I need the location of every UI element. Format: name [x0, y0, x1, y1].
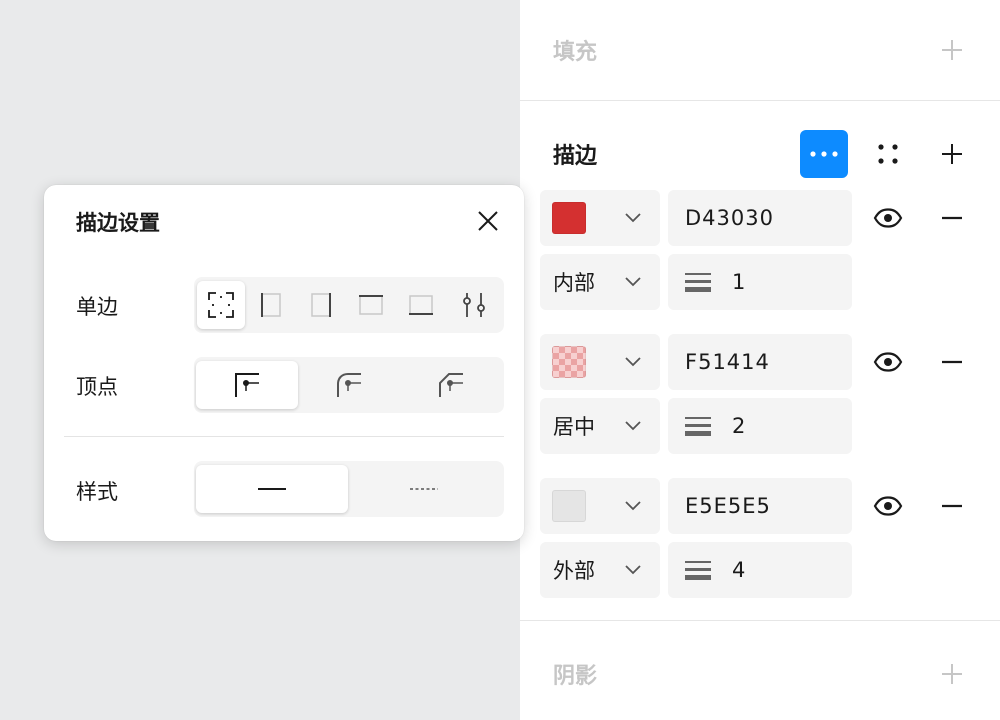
plus-icon [942, 664, 962, 684]
bottom-side-icon [409, 295, 433, 315]
properties-panel: 填充 描边 D43030 内部 1 F51414 居中 2 E5E5E5 外部 … [520, 0, 1000, 720]
shadow-section-title: 阴影 [553, 664, 598, 689]
stroke-weight-value: 1 [732, 270, 746, 294]
hex-value: E5E5E5 [685, 494, 771, 518]
stroke-section-title: 描边 [553, 144, 598, 169]
corner-segmented-control [194, 357, 504, 413]
side-right-option[interactable] [297, 281, 345, 329]
all-sides-icon [208, 292, 234, 318]
top-side-icon [359, 295, 383, 315]
color-swatch [552, 202, 586, 234]
style-segmented-control [194, 461, 504, 517]
single-side-segmented-control [194, 277, 504, 333]
close-icon [478, 211, 498, 231]
popover-divider [64, 436, 504, 437]
stroke-position-value: 外部 [553, 559, 595, 583]
chevron-down-icon [625, 565, 641, 575]
stroke-weight-input[interactable]: 2 [668, 398, 852, 454]
color-swatch [552, 490, 586, 522]
remove-stroke-button[interactable] [928, 482, 976, 530]
stroke-color-picker[interactable] [540, 334, 660, 390]
stroke-weight-icon [685, 561, 711, 580]
stroke-position-value: 居中 [553, 415, 595, 439]
four-dots-icon [878, 144, 898, 164]
stroke-color-picker[interactable] [540, 190, 660, 246]
stroke-weight-input[interactable]: 1 [668, 254, 852, 310]
stroke-settings-popover: 描边设置 单边 顶点 样式 [44, 185, 524, 541]
hex-value: D43030 [685, 206, 774, 230]
stroke-hex-input[interactable]: E5E5E5 [668, 478, 852, 534]
chevron-down-icon [625, 213, 641, 223]
eye-icon [873, 496, 903, 516]
side-custom-option[interactable] [447, 281, 501, 329]
stroke-color-picker[interactable] [540, 478, 660, 534]
minus-icon [942, 216, 962, 220]
stroke-weight-value: 2 [732, 414, 746, 438]
chevron-down-icon [625, 501, 641, 511]
stroke-position-value: 内部 [553, 271, 595, 295]
stroke-weight-icon [685, 417, 711, 436]
dashed-line-icon [410, 488, 438, 490]
remove-stroke-button[interactable] [928, 194, 976, 242]
minus-icon [942, 360, 962, 364]
stroke-style-button[interactable] [864, 130, 912, 178]
fill-section-header: 填充 [520, 20, 1000, 80]
stroke-hex-input[interactable]: F51414 [668, 334, 852, 390]
corner-miter-icon [235, 373, 259, 397]
popover-title: 描边设置 [76, 211, 160, 235]
stroke-weight-value: 4 [732, 558, 746, 582]
fill-section-title: 填充 [553, 40, 598, 65]
eye-icon [873, 208, 903, 228]
solid-line-icon [258, 488, 286, 490]
stroke-settings-button[interactable] [800, 130, 848, 178]
corner-round-option[interactable] [298, 361, 400, 409]
plus-icon [942, 40, 962, 60]
corner-miter-option[interactable] [196, 361, 298, 409]
side-left-option[interactable] [247, 281, 295, 329]
chevron-down-icon [625, 277, 641, 287]
section-divider [520, 100, 1000, 101]
toggle-visibility-button[interactable] [864, 482, 912, 530]
stroke-position-select[interactable]: 居中 [540, 398, 660, 454]
left-side-icon [261, 293, 281, 317]
plus-icon [942, 144, 962, 164]
eye-icon [873, 352, 903, 372]
corner-bevel-icon [439, 373, 463, 397]
style-dashed-option[interactable] [348, 465, 500, 513]
single-side-label: 单边 [76, 295, 118, 319]
minus-icon [942, 504, 962, 508]
side-bottom-option[interactable] [397, 281, 445, 329]
close-popover-button[interactable] [472, 205, 504, 237]
add-stroke-button[interactable] [928, 130, 976, 178]
add-fill-button[interactable] [928, 26, 976, 74]
add-shadow-button[interactable] [928, 650, 976, 698]
stroke-position-select[interactable]: 内部 [540, 254, 660, 310]
color-swatch [552, 346, 586, 378]
side-all-option[interactable] [197, 281, 245, 329]
style-label: 样式 [76, 480, 118, 504]
side-top-option[interactable] [347, 281, 395, 329]
corner-bevel-option[interactable] [400, 361, 502, 409]
toggle-visibility-button[interactable] [864, 194, 912, 242]
stroke-position-select[interactable]: 外部 [540, 542, 660, 598]
right-side-icon [311, 293, 331, 317]
stroke-weight-icon [685, 273, 711, 292]
more-horizontal-icon [810, 151, 838, 157]
custom-sliders-icon [463, 293, 485, 317]
shadow-section-header: 阴影 [520, 644, 1000, 704]
chevron-down-icon [625, 421, 641, 431]
stroke-hex-input[interactable]: D43030 [668, 190, 852, 246]
hex-value: F51414 [685, 350, 770, 374]
corner-round-icon [337, 373, 361, 397]
section-divider [520, 620, 1000, 621]
remove-stroke-button[interactable] [928, 338, 976, 386]
corner-label: 顶点 [76, 375, 118, 399]
style-solid-option[interactable] [196, 465, 348, 513]
stroke-weight-input[interactable]: 4 [668, 542, 852, 598]
toggle-visibility-button[interactable] [864, 338, 912, 386]
chevron-down-icon [625, 357, 641, 367]
